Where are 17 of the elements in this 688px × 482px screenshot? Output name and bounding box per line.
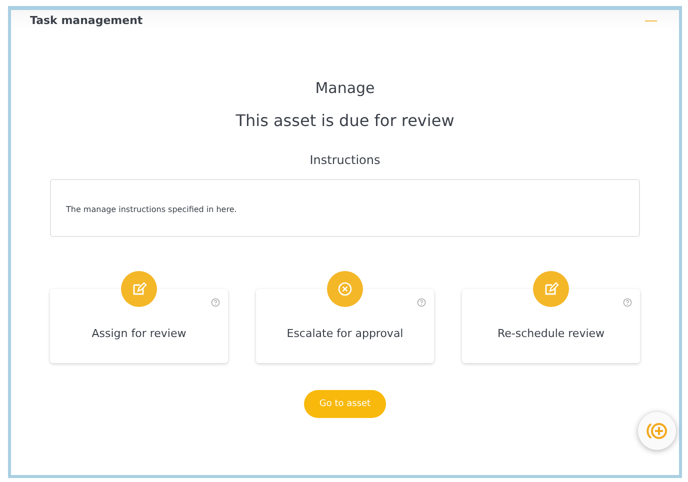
edit-icon: [121, 271, 157, 307]
help-icon[interactable]: [417, 298, 426, 307]
action-card[interactable]: Escalate for approval: [256, 289, 434, 363]
cancel-icon: [327, 271, 363, 307]
action-label: Assign for review: [92, 326, 186, 340]
action-card[interactable]: Assign for review: [50, 289, 228, 363]
action-card[interactable]: Re-schedule review: [462, 289, 640, 363]
help-icon[interactable]: [623, 298, 632, 307]
edit-icon: [533, 271, 569, 307]
subheading: This asset is due for review: [236, 111, 454, 130]
instructions-label: Instructions: [310, 153, 380, 167]
instructions-text: The manage instructions specified in here.: [66, 205, 237, 214]
help-icon[interactable]: [211, 298, 220, 307]
heading: Manage: [315, 79, 375, 97]
action-label: Re-schedule review: [497, 326, 605, 340]
action-label: Escalate for approval: [286, 326, 404, 340]
panel-title: Task management: [30, 14, 143, 26]
